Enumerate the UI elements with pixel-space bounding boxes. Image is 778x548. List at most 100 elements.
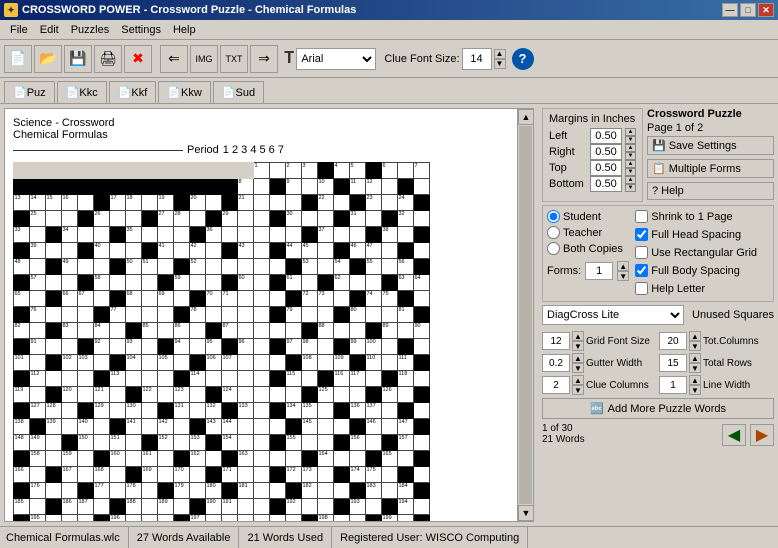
puzzle-content: Science - Crossword Chemical Formulas Pe… <box>5 109 533 522</box>
tab-kkf[interactable]: 📄 Kkf <box>109 81 157 103</box>
margin-bottom-down[interactable]: ▼ <box>625 184 636 192</box>
margin-left-down[interactable]: ▼ <box>625 136 636 144</box>
margin-top-down[interactable]: ▼ <box>625 168 636 176</box>
font-selector[interactable]: Arial <box>296 48 376 70</box>
nav-left-arrow[interactable]: ◀ <box>722 424 746 446</box>
tc-down[interactable]: ▼ <box>689 341 701 351</box>
clue-columns-input[interactable] <box>542 376 570 394</box>
forms-input[interactable] <box>585 262 613 280</box>
period-row: Period 1 2 3 4 5 6 7 <box>13 144 513 156</box>
clue-font-size-input[interactable] <box>462 48 492 70</box>
minimize-button[interactable]: — <box>722 3 738 17</box>
tab-bar: 📄 Puz 📄 Kkc 📄 Kkf 📄 Kkw 📄 Sud <box>0 78 778 104</box>
save-button[interactable]: 💾 <box>64 45 92 73</box>
radio-student: Student <box>547 210 629 223</box>
help-panel-button[interactable]: ? Help <box>647 182 774 200</box>
check-shrink-label: Shrink to 1 Page <box>651 211 732 223</box>
help-button[interactable]: ? <box>512 48 534 70</box>
save-icon: 💾 <box>652 139 666 152</box>
menu-settings[interactable]: Settings <box>115 22 167 38</box>
gw-up[interactable]: ▲ <box>572 353 584 363</box>
radio-both-input[interactable] <box>547 242 560 255</box>
check-help-letter-input[interactable] <box>635 282 648 295</box>
line-width-input[interactable] <box>659 376 687 394</box>
open-button[interactable]: 📂 <box>34 45 62 73</box>
forms-up[interactable]: ▲ <box>617 261 629 271</box>
scroll-up[interactable]: ▲ <box>518 109 534 125</box>
top-section: Margins in Inches Left ▲ ▼ Right ▲ ▼ <box>542 108 774 202</box>
margin-right-down[interactable]: ▼ <box>625 152 636 160</box>
radio-group: Student Teacher Both Copies Forms: ▲ ▼ <box>547 210 629 297</box>
diagcross-select[interactable]: DiagCross Lite <box>542 305 684 325</box>
add-words-button[interactable]: 🔤 Add More Puzzle Words <box>542 398 774 419</box>
menu-help[interactable]: Help <box>167 22 202 38</box>
app-icon: ✦ <box>4 3 18 17</box>
cp-title: Crossword Puzzle <box>647 108 774 120</box>
print-button[interactable]: 🖨 <box>94 45 122 73</box>
check-shrink-input[interactable] <box>635 210 648 223</box>
stop-button[interactable]: ✖ <box>124 45 152 73</box>
gw-down[interactable]: ▼ <box>572 363 584 373</box>
text-button[interactable]: TXT <box>220 45 248 73</box>
close-button[interactable]: ✕ <box>758 3 774 17</box>
gutter-width-input[interactable] <box>542 354 570 372</box>
gfs-up[interactable]: ▲ <box>572 331 584 341</box>
check-full-head-label: Full Head Spacing <box>651 229 741 241</box>
cc-up[interactable]: ▲ <box>572 375 584 385</box>
crossword-grid: 1234567891011121314151617181920212223242… <box>13 162 430 522</box>
radio-teacher-input[interactable] <box>547 226 560 239</box>
multiple-forms-button[interactable]: 📋 Multiple Forms <box>647 159 774 178</box>
margin-right-up[interactable]: ▲ <box>625 144 636 152</box>
forms-down[interactable]: ▼ <box>617 271 629 281</box>
radio-student-input[interactable] <box>547 210 560 223</box>
tab-puz[interactable]: 📄 Puz <box>4 81 55 103</box>
gfs-down[interactable]: ▼ <box>572 341 584 351</box>
clue-size-up[interactable]: ▲ <box>494 49 506 59</box>
menu-file[interactable]: File <box>4 22 34 38</box>
check-rectangular-input[interactable] <box>635 246 648 259</box>
tab-kkw-icon: 📄 <box>167 86 181 99</box>
margin-left-up[interactable]: ▲ <box>625 128 636 136</box>
back-button[interactable]: ⇐ <box>160 45 188 73</box>
maximize-button[interactable]: □ <box>740 3 756 17</box>
forward-button[interactable]: ⇒ <box>250 45 278 73</box>
menu-edit[interactable]: Edit <box>34 22 65 38</box>
check-full-body-input[interactable] <box>635 264 648 277</box>
new-button[interactable]: 📄 <box>4 45 32 73</box>
tab-sud[interactable]: 📄 Sud <box>213 81 264 103</box>
tot-columns-input[interactable] <box>659 332 687 350</box>
margin-top-input[interactable] <box>590 160 622 176</box>
cc-down[interactable]: ▼ <box>572 385 584 395</box>
menu-puzzles[interactable]: Puzzles <box>65 22 116 38</box>
check-full-head-input[interactable] <box>635 228 648 241</box>
nav-right-arrow[interactable]: ▶ <box>750 424 774 446</box>
margin-bottom-input[interactable] <box>590 176 622 192</box>
margin-right-label: Right <box>549 146 587 158</box>
check-shrink: Shrink to 1 Page <box>635 210 757 223</box>
tab-kkw[interactable]: 📄 Kkw <box>158 81 210 103</box>
tr-down[interactable]: ▼ <box>689 363 701 373</box>
clue-columns-label: Clue Columns <box>586 380 657 391</box>
margin-bottom-up[interactable]: ▲ <box>625 176 636 184</box>
status-words-used: 21 Words Used <box>239 527 332 548</box>
tc-up[interactable]: ▲ <box>689 331 701 341</box>
save-settings-button[interactable]: 💾 Save Settings <box>647 136 774 155</box>
lw-up[interactable]: ▲ <box>689 375 701 385</box>
total-rows-input[interactable] <box>659 354 687 372</box>
check-full-body-label: Full Body Spacing <box>651 265 740 277</box>
check-rectangular: Use Rectangular Grid <box>635 246 757 259</box>
grid-font-size-input[interactable] <box>542 332 570 350</box>
crossword-grid-container: 1234567891011121314151617181920212223242… <box>13 162 513 522</box>
scroll-down[interactable]: ▼ <box>518 505 534 521</box>
lw-down[interactable]: ▼ <box>689 385 701 395</box>
tab-kkc[interactable]: 📄 Kkc <box>57 81 107 103</box>
check-full-head: Full Head Spacing <box>635 228 757 241</box>
puzzle-title-2: Chemical Formulas <box>13 129 513 141</box>
margin-top-up[interactable]: ▲ <box>625 160 636 168</box>
font-area: 𝐓 Arial Clue Font Size: ▲ ▼ <box>284 48 506 70</box>
margin-right-input[interactable] <box>590 144 622 160</box>
margin-left-input[interactable] <box>590 128 622 144</box>
clue-size-down[interactable]: ▼ <box>494 59 506 69</box>
tr-up[interactable]: ▲ <box>689 353 701 363</box>
image-button[interactable]: IMG <box>190 45 218 73</box>
